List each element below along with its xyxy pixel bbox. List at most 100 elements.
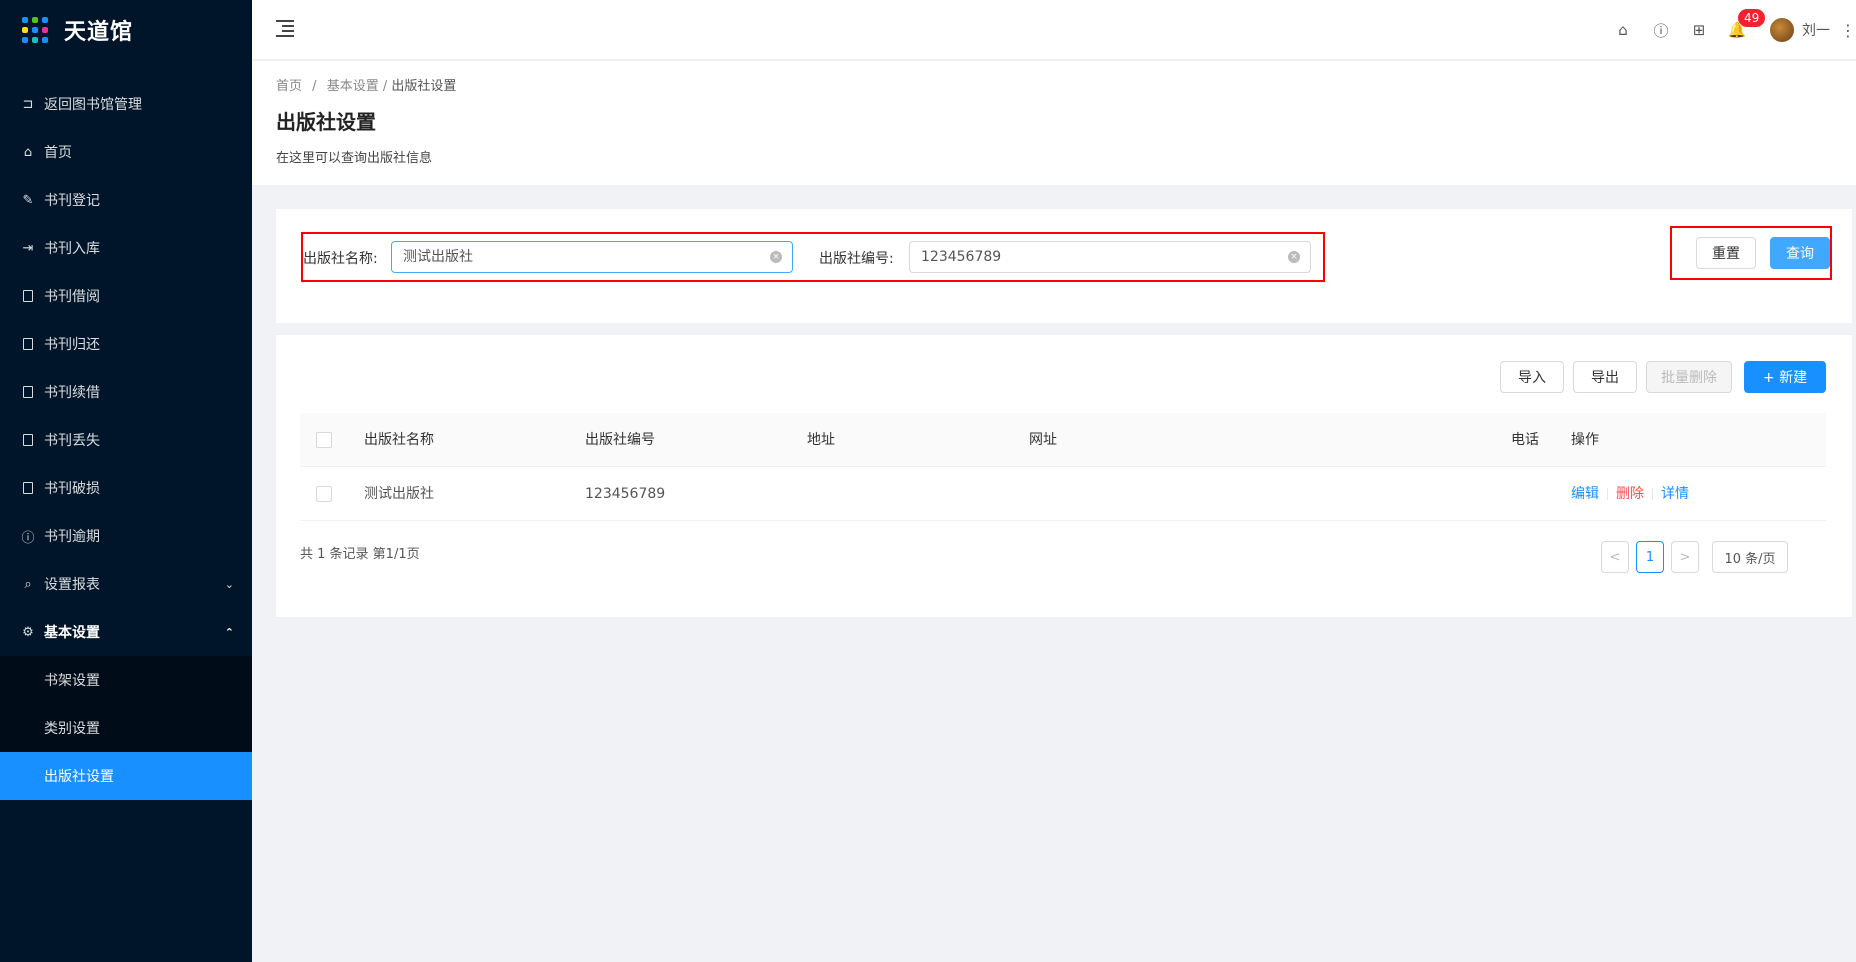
query-button[interactable]: 查询 bbox=[1770, 237, 1830, 269]
column-header: 出版社编号 bbox=[585, 432, 655, 448]
sidebar-item-basic-settings[interactable]: ⚙ 基本设置 ⌃ bbox=[0, 608, 252, 656]
sidebar-item-label: 书刊登记 bbox=[44, 193, 100, 209]
breadcrumb: 首页 / 基本设置 / 出版社设置 bbox=[276, 75, 1856, 94]
batch-delete-button[interactable]: 批量删除 bbox=[1646, 361, 1732, 393]
sidebar-item-book-register[interactable]: ✎ 书刊登记 bbox=[0, 176, 252, 224]
cell-actions: 编辑 删除 详情 bbox=[1571, 467, 1689, 521]
publisher-table: 出版社名称 出版社编号 地址 网址 电话 操作 测试出版社 123456789 … bbox=[300, 413, 1826, 521]
more-vertical-icon[interactable]: ⋮ bbox=[1840, 21, 1856, 40]
page-title: 出版社设置 bbox=[276, 110, 376, 134]
clear-icon[interactable]: × bbox=[770, 251, 782, 263]
search-fields-highlight: 出版社名称: 测试出版社 × 出版社编号: 123456789 × bbox=[301, 232, 1325, 282]
import-icon: ⇥ bbox=[22, 240, 34, 256]
sidebar-item-label: 书刊借阅 bbox=[44, 289, 100, 305]
top-header: ⌂ ⓘ ⊞ 🔔 49 刘一 ⋮ bbox=[252, 0, 1856, 60]
detail-link[interactable]: 详情 bbox=[1661, 486, 1689, 502]
breadcrumb-current: 出版社设置 bbox=[391, 79, 457, 94]
sidebar-item-label: 返回图书馆管理 bbox=[44, 97, 142, 113]
sidebar: 天道馆 ⊐ 返回图书馆管理 ⌂ 首页 ✎ 书刊登记 ⇥ 书刊入库 书刊借阅 书刊… bbox=[0, 0, 252, 962]
sidebar-item-label: 书刊丢失 bbox=[44, 433, 100, 449]
edit-icon: ✎ bbox=[22, 192, 34, 208]
sidebar-item-shelf-settings[interactable]: 书架设置 bbox=[0, 656, 252, 704]
search-form-card: 出版社名称: 测试出版社 × 出版社编号: 123456789 × 重置 查询 bbox=[276, 209, 1852, 323]
chevron-up-icon: ⌃ bbox=[224, 625, 234, 639]
publisher-code-label: 出版社编号: bbox=[819, 251, 894, 267]
return-icon: ⊐ bbox=[22, 96, 34, 112]
sidebar-item-category-settings[interactable]: 类别设置 bbox=[0, 704, 252, 752]
home-icon[interactable]: ⌂ bbox=[1604, 0, 1642, 60]
sidebar-item-book-damaged[interactable]: 书刊破损 bbox=[0, 464, 252, 512]
next-page-button[interactable]: > bbox=[1671, 541, 1699, 573]
search-buttons-highlight: 重置 查询 bbox=[1670, 226, 1832, 280]
user-name[interactable]: 刘一 bbox=[1802, 20, 1830, 40]
sidebar-item-book-return[interactable]: 书刊归还 bbox=[0, 320, 252, 368]
app-name: 天道馆 bbox=[64, 20, 134, 45]
divider bbox=[1652, 488, 1653, 500]
book-icon bbox=[20, 480, 36, 496]
clear-icon[interactable]: × bbox=[1288, 251, 1300, 263]
divider bbox=[1607, 488, 1608, 500]
cell-publisher-name: 测试出版社 bbox=[364, 486, 434, 502]
help-icon[interactable]: ⓘ bbox=[1642, 0, 1680, 60]
home-icon: ⌂ bbox=[23, 144, 33, 160]
sidebar-item-label: 书刊逾期 bbox=[44, 529, 100, 545]
export-button[interactable]: 导出 bbox=[1573, 361, 1637, 393]
book-icon bbox=[20, 336, 36, 352]
sidebar-item-label: 基本设置 bbox=[44, 625, 100, 641]
column-header: 出版社名称 bbox=[364, 432, 434, 448]
page-size-select[interactable]: 10 条/页 bbox=[1712, 541, 1788, 573]
sidebar-item-label: 设置报表 bbox=[44, 577, 100, 593]
column-header: 操作 bbox=[1571, 432, 1599, 448]
breadcrumb-separator: / bbox=[382, 79, 388, 94]
pagination-summary: 共 1 条记录 第1/1页 bbox=[300, 547, 420, 562]
breadcrumb-separator: / bbox=[312, 79, 317, 94]
sidebar-item-book-overdue[interactable]: ⓘ 书刊逾期 bbox=[0, 512, 252, 560]
submenu-basic-settings: 书架设置 类别设置 出版社设置 bbox=[0, 656, 252, 800]
sidebar-item-label: 书刊入库 bbox=[44, 241, 100, 257]
page-description: 在这里可以查询出版社信息 bbox=[276, 151, 433, 166]
sidebar-menu: ⊐ 返回图书馆管理 ⌂ 首页 ✎ 书刊登记 ⇥ 书刊入库 书刊借阅 书刊归还 书… bbox=[0, 80, 252, 800]
table-row: 测试出版社 123456789 编辑 删除 详情 bbox=[300, 467, 1826, 521]
table-header: 出版社名称 出版社编号 地址 网址 电话 操作 bbox=[300, 413, 1826, 467]
row-checkbox[interactable] bbox=[316, 486, 332, 502]
sidebar-item-label: 首页 bbox=[44, 145, 72, 161]
bell-icon[interactable]: 🔔 49 bbox=[1718, 0, 1766, 60]
header-actions: ⌂ ⓘ ⊞ 🔔 49 刘一 ⋮ bbox=[1604, 0, 1856, 60]
book-icon bbox=[20, 432, 36, 448]
logo-grid-icon bbox=[22, 17, 48, 43]
sidebar-item-publisher-settings[interactable]: 出版社设置 bbox=[0, 752, 252, 800]
sidebar-item-label: 书架设置 bbox=[44, 673, 100, 689]
column-header: 地址 bbox=[807, 432, 835, 448]
page-button-current[interactable]: 1 bbox=[1636, 541, 1664, 573]
prev-page-button[interactable]: < bbox=[1601, 541, 1629, 573]
sidebar-item-report-settings[interactable]: ⌕ 设置报表 ⌄ bbox=[0, 560, 252, 608]
sidebar-item-book-renew[interactable]: 书刊续借 bbox=[0, 368, 252, 416]
sidebar-item-label: 类别设置 bbox=[44, 721, 100, 737]
sidebar-item-book-lost[interactable]: 书刊丢失 bbox=[0, 416, 252, 464]
select-all-checkbox[interactable] bbox=[316, 432, 332, 448]
logo[interactable]: 天道馆 bbox=[0, 0, 252, 60]
avatar[interactable] bbox=[1770, 18, 1794, 42]
sidebar-item-book-borrow[interactable]: 书刊借阅 bbox=[0, 272, 252, 320]
publisher-name-value: 测试出版社 bbox=[403, 249, 473, 265]
sidebar-item-book-stock-in[interactable]: ⇥ 书刊入库 bbox=[0, 224, 252, 272]
apps-grid-icon[interactable]: ⊞ bbox=[1680, 0, 1718, 60]
menu-fold-icon[interactable] bbox=[276, 20, 294, 37]
delete-link[interactable]: 删除 bbox=[1616, 486, 1644, 502]
column-header: 电话 bbox=[1511, 432, 1539, 448]
edit-link[interactable]: 编辑 bbox=[1571, 486, 1599, 502]
sidebar-item-return-library[interactable]: ⊐ 返回图书馆管理 bbox=[0, 80, 252, 128]
new-button[interactable]: + 新建 bbox=[1744, 361, 1826, 393]
report-icon: ⌕ bbox=[24, 576, 32, 592]
breadcrumb-home[interactable]: 首页 bbox=[276, 79, 302, 94]
publisher-code-input[interactable]: 123456789 × bbox=[909, 241, 1311, 273]
breadcrumb-basic-settings[interactable]: 基本设置 bbox=[327, 79, 379, 94]
publisher-name-input[interactable]: 测试出版社 × bbox=[391, 241, 793, 273]
column-header: 网址 bbox=[1029, 432, 1057, 448]
book-icon bbox=[20, 288, 36, 304]
sidebar-item-home[interactable]: ⌂ 首页 bbox=[0, 128, 252, 176]
reset-button[interactable]: 重置 bbox=[1696, 237, 1756, 269]
warning-icon: ⓘ bbox=[21, 530, 35, 546]
import-button[interactable]: 导入 bbox=[1500, 361, 1564, 393]
gear-icon: ⚙ bbox=[22, 624, 34, 640]
